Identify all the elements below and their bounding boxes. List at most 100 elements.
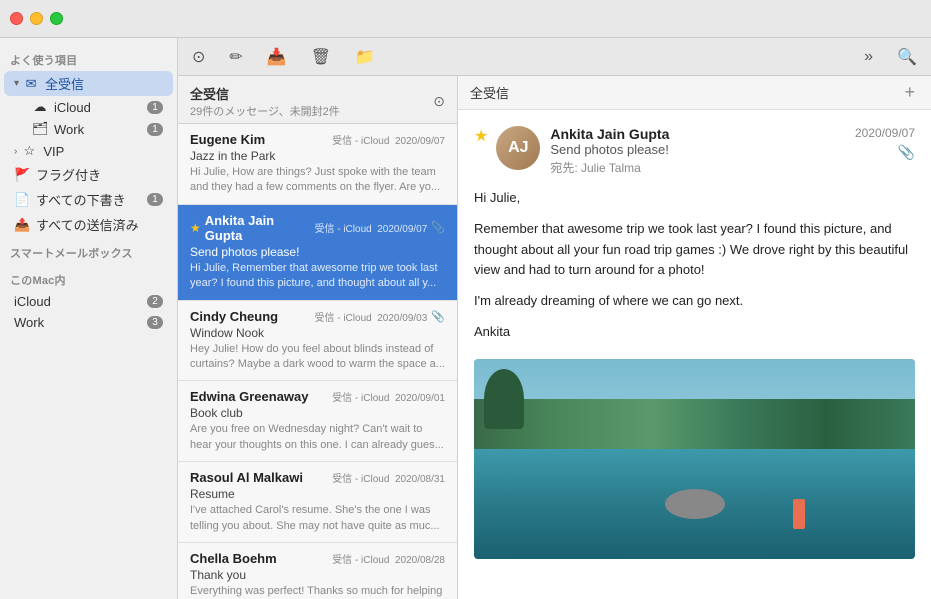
sidebar: よく使う項目 ▾ ✉ 全受信 ☁ iCloud 1 🗂 Work 1 › ☆ V… xyxy=(0,38,178,599)
message-subject: Window Nook xyxy=(190,326,445,340)
sent-icon: 📤 xyxy=(14,217,30,233)
message-sender: Rasoul Al Malkawi xyxy=(190,470,332,485)
icloud-icon: ☁ xyxy=(32,99,48,115)
inbox-icon: ✉ xyxy=(23,76,39,92)
sidebar-drafts-label: すべての下書き xyxy=(36,190,147,209)
sidebar-icloud-label: iCloud xyxy=(54,100,147,115)
message-preview: Hi Julie, Remember that awesome trip we … xyxy=(190,261,445,292)
vip-icon: ☆ xyxy=(21,143,37,159)
star-icon: ★ xyxy=(190,221,201,235)
main-toolbar: ⊙ ✏ 📥 🗑 📁 » 🔍 xyxy=(178,38,931,76)
sidebar-sent-label: すべての送信済み xyxy=(36,215,163,234)
more-button[interactable]: » xyxy=(860,46,877,68)
message-top-row: Edwina Greenaway 受信 - iCloud 2020/09/01 xyxy=(190,389,445,404)
trash-button[interactable]: 🗑 xyxy=(307,45,335,69)
message-sender: Eugene Kim xyxy=(190,132,332,147)
message-subject: Send photos please! xyxy=(190,245,445,259)
message-item[interactable]: ★ Ankita Jain Gupta 受信 - iCloud 2020/09/… xyxy=(178,205,457,301)
message-top-row: Cindy Cheung 受信 - iCloud 2020/09/03 📎 xyxy=(190,309,445,324)
message-top-row: Rasoul Al Malkawi 受信 - iCloud 2020/08/31 xyxy=(190,470,445,485)
archive-button[interactable]: 📥 xyxy=(263,45,291,69)
email-subject: Send photos please! xyxy=(550,142,855,157)
message-preview: Are you free on Wednesday night? Can't w… xyxy=(190,422,445,453)
detail-header: 全受信 + xyxy=(458,76,931,110)
flag-icon: 🚩 xyxy=(14,167,30,183)
detail-panel: 全受信 + ★ AJ Ankita Jain Gupta Send photos… xyxy=(458,76,931,599)
sidebar-item-drafts[interactable]: 📄 すべての下書き 1 xyxy=(4,187,173,212)
sidebar-item-icloud[interactable]: ☁ iCloud 1 xyxy=(4,96,173,118)
email-attachment-icon: 📎 xyxy=(898,144,915,161)
add-button[interactable]: + xyxy=(900,82,919,103)
message-meta: 受信 - iCloud 2020/09/01 xyxy=(332,389,445,404)
message-item[interactable]: Chella Boehm 受信 - iCloud 2020/08/28 Than… xyxy=(178,543,457,599)
email-detail: ★ AJ Ankita Jain Gupta Send photos pleas… xyxy=(458,110,931,599)
traffic-lights xyxy=(10,12,63,25)
panel-header-left: 全受信 29件のメッセージ、未開封2件 xyxy=(190,84,433,119)
sidebar-inbox-label: 全受信 xyxy=(45,74,163,93)
sidebar-item-work-mac[interactable]: Work 3 xyxy=(4,312,173,333)
body-paragraph: Hi Julie, xyxy=(474,188,915,209)
email-sender-info: Ankita Jain Gupta Send photos please! 宛先… xyxy=(550,126,855,176)
filter-button[interactable]: ⊙ xyxy=(188,45,209,69)
sidebar-work-label: Work xyxy=(54,122,147,137)
move-button[interactable]: 📁 xyxy=(351,45,379,69)
chevron-down-icon: ▾ xyxy=(14,78,19,89)
close-button[interactable] xyxy=(10,12,23,25)
message-top-row: Eugene Kim 受信 - iCloud 2020/09/07 xyxy=(190,132,445,147)
email-star-icon[interactable]: ★ xyxy=(474,126,488,146)
body-paragraph: Remember that awesome trip we took last … xyxy=(474,219,915,281)
email-header-row: ★ AJ Ankita Jain Gupta Send photos pleas… xyxy=(474,126,915,176)
mac-section-label: このMac内 xyxy=(0,264,177,291)
message-list: Eugene Kim 受信 - iCloud 2020/09/07 Jazz i… xyxy=(178,124,457,599)
work-badge: 1 xyxy=(147,123,163,136)
message-meta: 受信 - iCloud 2020/09/07 xyxy=(332,132,445,147)
message-subject: Thank you xyxy=(190,568,445,582)
message-preview: I've attached Carol's resume. She's the … xyxy=(190,503,445,534)
message-item[interactable]: Edwina Greenaway 受信 - iCloud 2020/09/01 … xyxy=(178,381,457,462)
message-meta: 受信 - iCloud 2020/08/31 xyxy=(332,470,445,485)
email-image xyxy=(474,359,915,559)
sidebar-item-icloud-mac[interactable]: iCloud 2 xyxy=(4,291,173,312)
message-sender: Chella Boehm xyxy=(190,551,332,566)
message-item[interactable]: Eugene Kim 受信 - iCloud 2020/09/07 Jazz i… xyxy=(178,124,457,205)
message-item[interactable]: Rasoul Al Malkawi 受信 - iCloud 2020/08/31… xyxy=(178,462,457,543)
compose-button[interactable]: ✏ xyxy=(225,45,246,69)
search-button[interactable]: 🔍 xyxy=(893,45,921,69)
icloud-badge: 1 xyxy=(147,101,163,114)
message-meta: 受信 - iCloud 2020/08/28 xyxy=(332,551,445,566)
message-subject: Resume xyxy=(190,487,445,501)
content-area: 全受信 29件のメッセージ、未開封2件 ⊙ Eugene Kim 受信 - iC… xyxy=(178,76,931,599)
sidebar-item-vip[interactable]: › ☆ VIP xyxy=(4,140,173,162)
sidebar-vip-label: VIP xyxy=(43,144,163,159)
email-date: 2020/09/07 xyxy=(855,126,915,140)
message-top-row: Chella Boehm 受信 - iCloud 2020/08/28 xyxy=(190,551,445,566)
sidebar-work-mac-label: Work xyxy=(14,315,147,330)
sidebar-item-sent[interactable]: 📤 すべての送信済み xyxy=(4,212,173,237)
maximize-button[interactable] xyxy=(50,12,63,25)
drafts-badge: 1 xyxy=(147,193,163,206)
body-paragraph: I'm already dreaming of where we can go … xyxy=(474,291,915,312)
sidebar-item-flagged[interactable]: 🚩 フラグ付き xyxy=(4,162,173,187)
email-to: 宛先: Julie Talma xyxy=(550,159,855,176)
message-item[interactable]: Cindy Cheung 受信 - iCloud 2020/09/03 📎 Wi… xyxy=(178,301,457,382)
message-meta: 受信 - iCloud 2020/09/07 📎 xyxy=(314,220,445,235)
sidebar-item-work[interactable]: 🗂 Work 1 xyxy=(4,118,173,140)
icloud-mac-badge: 2 xyxy=(147,295,163,308)
message-sender: Edwina Greenaway xyxy=(190,389,332,404)
sidebar-item-inbox[interactable]: ▾ ✉ 全受信 xyxy=(4,71,173,96)
smart-section-label: スマートメールボックス xyxy=(0,237,177,264)
panel-title: 全受信 xyxy=(190,84,433,103)
panel-subtitle: 29件のメッセージ、未開封2件 xyxy=(190,103,433,119)
message-sender: Cindy Cheung xyxy=(190,309,314,324)
work-mac-badge: 3 xyxy=(147,316,163,329)
email-body: Hi Julie, Remember that awesome trip we t… xyxy=(474,188,915,343)
message-preview: Hey Julie! How do you feel about blinds … xyxy=(190,342,445,373)
title-bar xyxy=(0,0,931,38)
body-paragraph: Ankita xyxy=(474,322,915,343)
message-meta: 受信 - iCloud 2020/09/03 📎 xyxy=(314,309,445,324)
sidebar-icloud-mac-label: iCloud xyxy=(14,294,147,309)
message-top-row: ★ Ankita Jain Gupta 受信 - iCloud 2020/09/… xyxy=(190,213,445,243)
panel-filter-icon[interactable]: ⊙ xyxy=(433,93,445,110)
minimize-button[interactable] xyxy=(30,12,43,25)
sidebar-flagged-label: フラグ付き xyxy=(36,165,163,184)
